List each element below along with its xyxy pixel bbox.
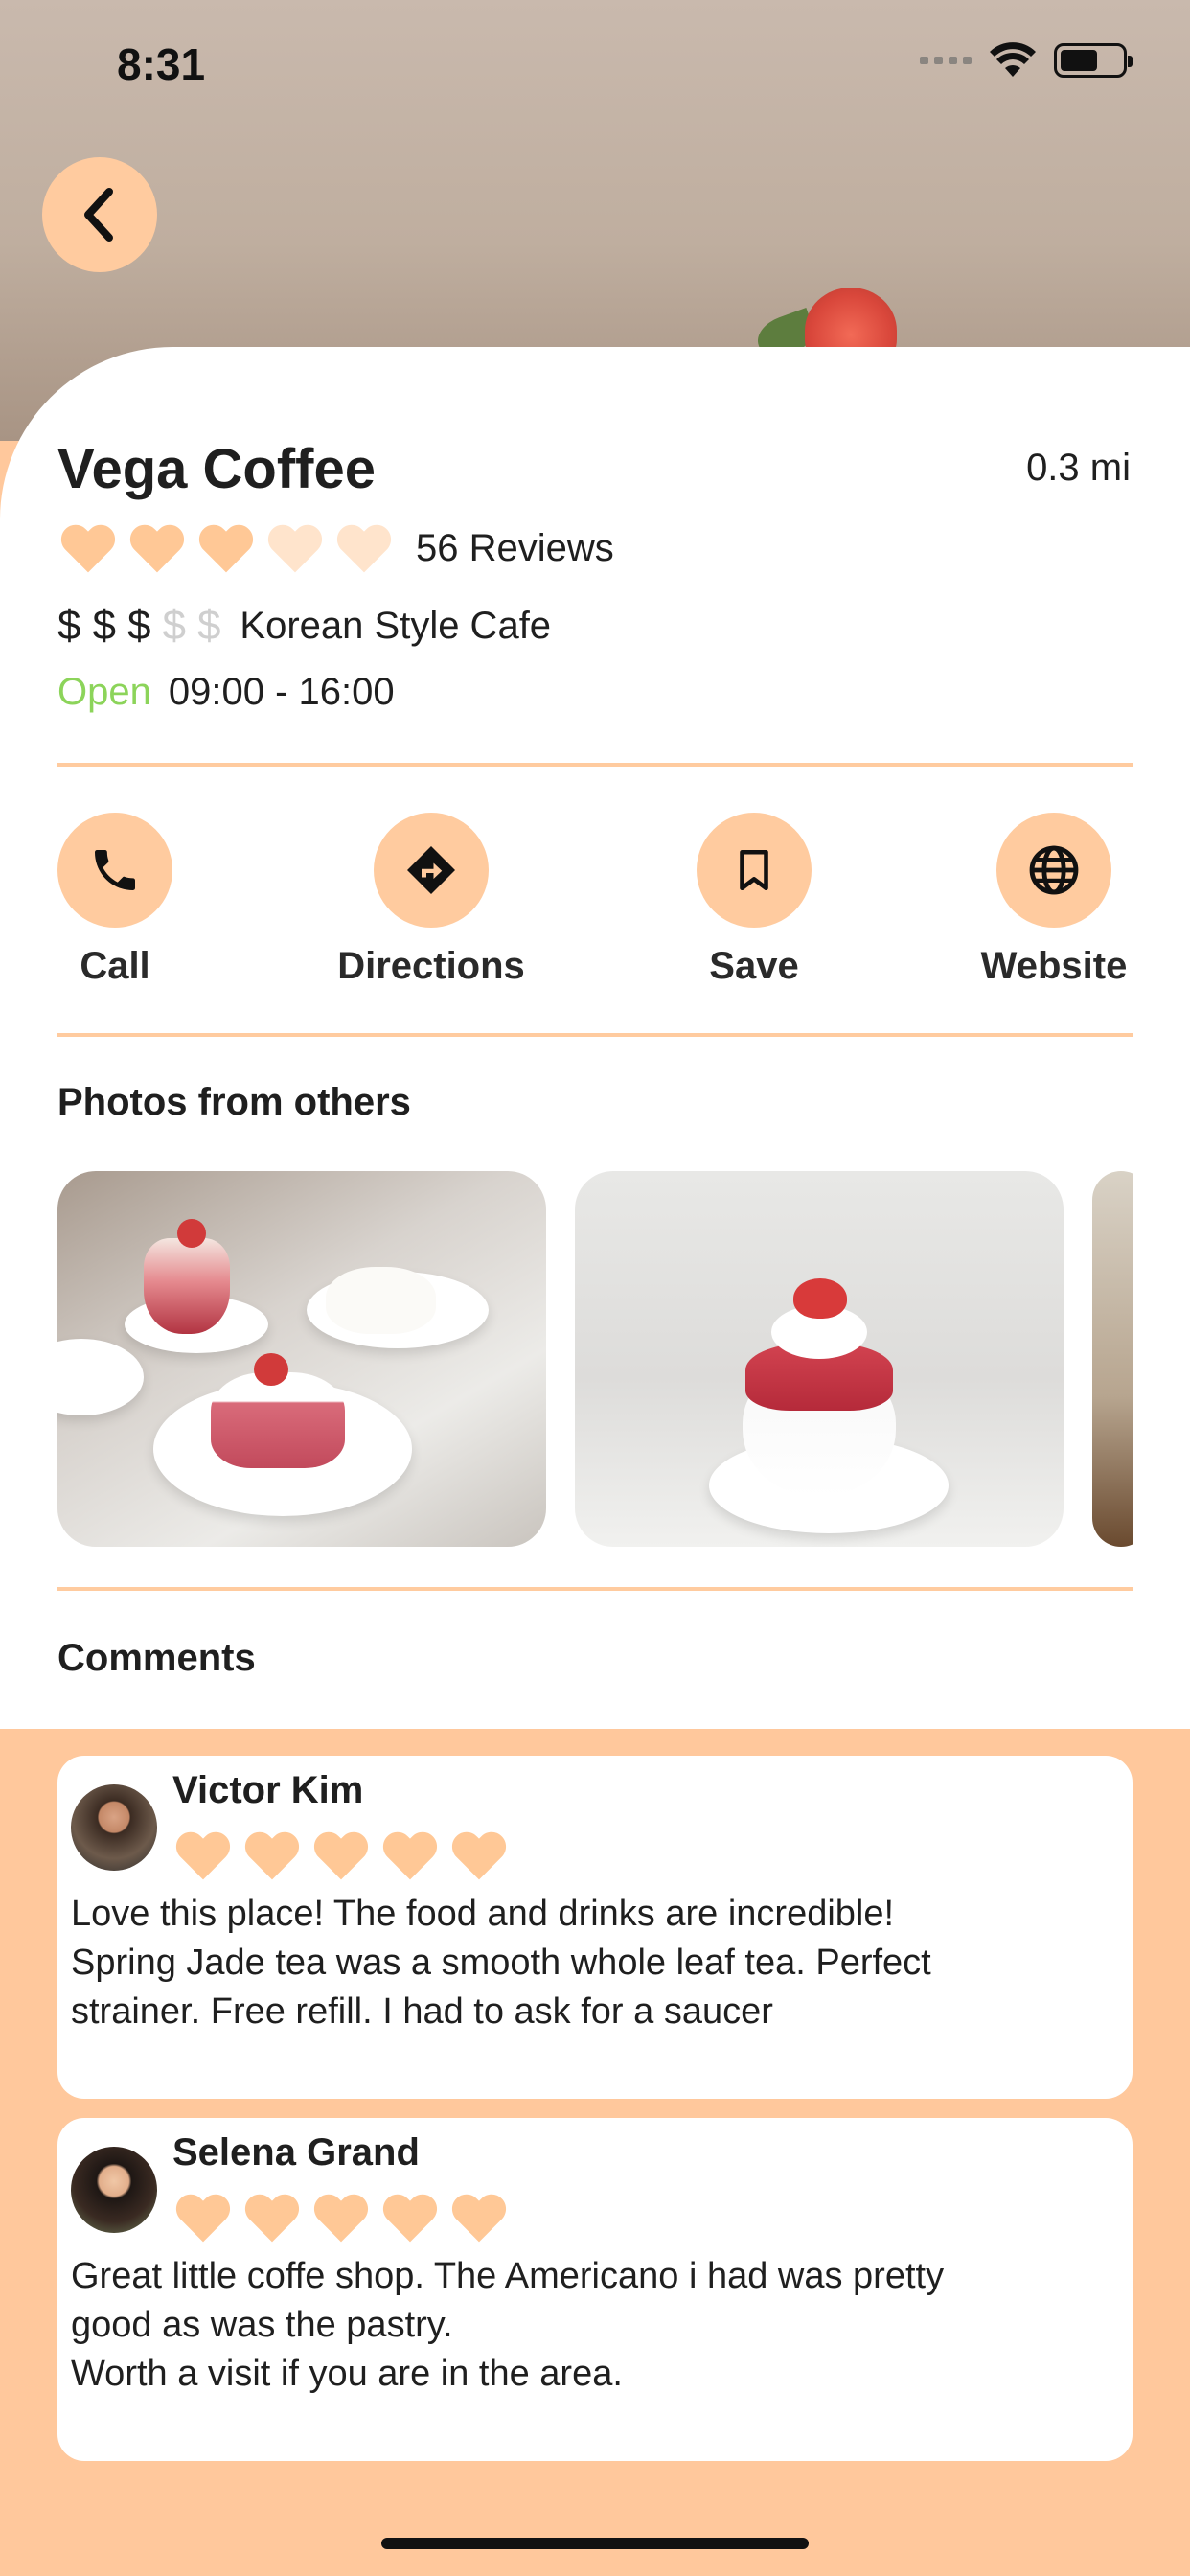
heart-icon — [60, 524, 116, 573]
comment-rating — [172, 2187, 517, 2248]
status-bar: 8:31 — [0, 0, 1190, 126]
place-category: Korean Style Cafe — [240, 604, 552, 647]
heart-icon — [244, 1831, 300, 1880]
divider — [57, 1033, 1133, 1037]
battery-icon — [1054, 43, 1133, 78]
heart-icon — [382, 1831, 438, 1880]
call-label: Call — [80, 945, 150, 987]
save-button[interactable]: Save — [697, 813, 812, 988]
directions-icon — [407, 846, 455, 894]
action-bar: Call Directions Save Website — [57, 813, 1133, 988]
divider — [57, 1587, 1133, 1591]
heart-icon — [175, 2194, 231, 2242]
comment-text: Love this place! The food and drinks are… — [71, 1894, 931, 2032]
heart-icon — [198, 524, 254, 573]
divider — [57, 763, 1133, 767]
heart-icon — [451, 1831, 507, 1880]
opening-hours: 09:00 - 16:00 — [168, 671, 395, 713]
comment-card: Selena Grand Great little coffe shop. Th… — [57, 2118, 1133, 2461]
price-level: $ $ $ $ $ — [57, 602, 232, 650]
chevron-left-icon — [84, 188, 113, 242]
hours-row: Open 09:00 - 16:00 — [57, 671, 395, 714]
directions-button[interactable]: Directions — [335, 813, 527, 988]
price-dollar: $ — [92, 602, 116, 649]
comment-rating — [172, 1825, 517, 1886]
status-time: 8:31 — [117, 39, 206, 89]
comment-card: Victor Kim Love this place! The food and… — [57, 1756, 1133, 2099]
comments-section-title: Comments — [57, 1637, 256, 1679]
place-title: Vega Coffee — [57, 438, 376, 500]
photo-thumbnail[interactable] — [575, 1171, 1064, 1547]
price-dollar: $ — [196, 602, 221, 649]
heart-icon — [267, 524, 323, 573]
website-label: Website — [980, 945, 1128, 987]
comment-author: Selena Grand — [172, 2131, 420, 2174]
bookmark-icon — [740, 849, 768, 891]
photos-carousel[interactable] — [57, 1171, 1133, 1547]
comment-author: Victor Kim — [172, 1769, 364, 1811]
price-dollar: $ — [162, 602, 186, 649]
price-dollar: $ — [126, 602, 151, 649]
price-dollar: $ — [57, 602, 81, 649]
heart-icon — [336, 524, 392, 573]
home-indicator — [381, 2538, 809, 2549]
directions-label: Directions — [337, 945, 525, 987]
open-status: Open — [57, 671, 151, 713]
price-row: $ $ $ $ $ Korean Style Cafe — [57, 602, 551, 650]
wifi-icon — [990, 42, 1036, 77]
status-icons — [920, 42, 1133, 79]
avatar — [71, 2147, 157, 2233]
photo-thumbnail[interactable] — [1092, 1171, 1133, 1547]
rating-hearts — [57, 518, 402, 579]
heart-icon — [313, 1831, 369, 1880]
heart-icon — [313, 2194, 369, 2242]
back-button[interactable] — [42, 157, 157, 272]
heart-icon — [129, 524, 185, 573]
globe-icon — [1029, 845, 1079, 895]
heart-icon — [244, 2194, 300, 2242]
heart-icon — [382, 2194, 438, 2242]
place-distance: 0.3 mi — [1026, 447, 1131, 489]
call-button[interactable]: Call — [57, 813, 172, 988]
heart-icon — [451, 2194, 507, 2242]
heart-icon — [175, 1831, 231, 1880]
place-rating[interactable]: 56 Reviews — [57, 518, 614, 579]
avatar — [71, 1784, 157, 1871]
photos-section-title: Photos from others — [57, 1081, 411, 1123]
reviews-count[interactable]: 56 Reviews — [416, 527, 614, 570]
save-label: Save — [709, 945, 799, 987]
cellular-signal-icon — [920, 57, 972, 64]
comment-text: Great little coffe shop. The Americano i… — [71, 2256, 945, 2394]
website-button[interactable]: Website — [975, 813, 1133, 988]
phone-icon — [95, 850, 135, 890]
photo-thumbnail[interactable] — [57, 1171, 546, 1547]
